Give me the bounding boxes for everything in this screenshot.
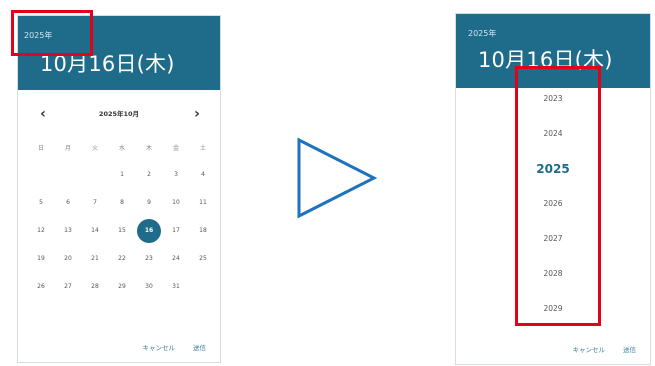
send-button[interactable]: 送信 [623, 344, 636, 354]
calendar-day[interactable]: 14 [86, 222, 104, 240]
calendar-week-row: 26 27 28 29 30 31 [32, 278, 212, 296]
empty-cell [86, 166, 104, 184]
calendar-day[interactable]: 10 [167, 194, 185, 212]
calendar-day[interactable]: 24 [167, 250, 185, 268]
calendar-day[interactable]: 13 [59, 222, 77, 240]
calendar-day[interactable]: 4 [194, 166, 212, 184]
cancel-button[interactable]: キャンセル [573, 344, 606, 354]
calendar-week-row: 5 6 7 8 9 10 11 [32, 194, 212, 212]
calendar-week-row: 19 20 21 22 23 24 25 [32, 250, 212, 268]
calendar-day[interactable]: 12 [32, 222, 50, 240]
month-navigation: ‹ 2025年10月 › [18, 104, 220, 124]
year-list-highlight-box [515, 66, 601, 326]
calendar-day[interactable]: 5 [32, 194, 50, 212]
header-year[interactable]: 2025年 [468, 28, 496, 39]
weekday-row: 日月火水木金土 [32, 140, 212, 158]
calendar-day[interactable]: 27 [59, 278, 77, 296]
calendar-day[interactable]: 22 [113, 250, 131, 268]
empty-cell [32, 166, 50, 184]
cancel-button[interactable]: キャンセル [143, 342, 176, 352]
weekday-label: 日 [37, 145, 44, 152]
year-highlight-box [11, 10, 93, 56]
calendar-day[interactable]: 2 [140, 166, 158, 184]
calendar-day[interactable]: 1 [113, 166, 131, 184]
weekday-label: 水 [118, 145, 125, 152]
weekday-label: 土 [199, 145, 206, 152]
weekday-label: 月 [64, 145, 71, 152]
calendar-day[interactable]: 25 [194, 250, 212, 268]
calendar-day[interactable]: 9 [140, 194, 158, 212]
calendar-day[interactable]: 3 [167, 166, 185, 184]
send-button[interactable]: 送信 [193, 342, 206, 352]
calendar-day[interactable]: 7 [86, 194, 104, 212]
calendar-day[interactable]: 31 [167, 278, 185, 296]
empty-cell [59, 166, 77, 184]
calendar-day[interactable]: 18 [194, 222, 212, 240]
calendar-day[interactable]: 11 [194, 194, 212, 212]
calendar-day[interactable]: 17 [167, 222, 185, 240]
calendar-day[interactable]: 28 [86, 278, 104, 296]
calendar-day[interactable]: 6 [59, 194, 77, 212]
calendar-day[interactable]: 29 [113, 278, 131, 296]
calendar-day[interactable]: 8 [113, 194, 131, 212]
calendar-day[interactable]: 23 [140, 250, 158, 268]
selected-day[interactable]: 16 [137, 219, 161, 243]
calendar-dialog: 2025年 10月16日(木) ‹ 2025年10月 › 日月火水木金土 123… [18, 16, 220, 362]
calendar-day[interactable]: 26 [32, 278, 50, 296]
next-month-icon[interactable]: › [188, 104, 206, 124]
calendar-day[interactable]: 20 [59, 250, 77, 268]
weekday-label: 金 [172, 145, 179, 152]
weekday-label: 火 [91, 145, 98, 152]
calendar-week-row: 12 13 14 15 16 17 18 [32, 219, 212, 243]
empty-cell [194, 278, 212, 296]
triangle-right-outline-icon [297, 137, 378, 219]
calendar-day[interactable]: 30 [140, 278, 158, 296]
calendar-day[interactable]: 21 [86, 250, 104, 268]
calendar-week-row: 1234 [32, 166, 212, 184]
dialog-actions: キャンセル 送信 [573, 344, 637, 354]
dialog-actions: キャンセル 送信 [143, 342, 207, 352]
calendar-day[interactable]: 15 [113, 222, 131, 240]
calendar-day[interactable]: 19 [32, 250, 50, 268]
weekday-label: 木 [145, 145, 152, 152]
